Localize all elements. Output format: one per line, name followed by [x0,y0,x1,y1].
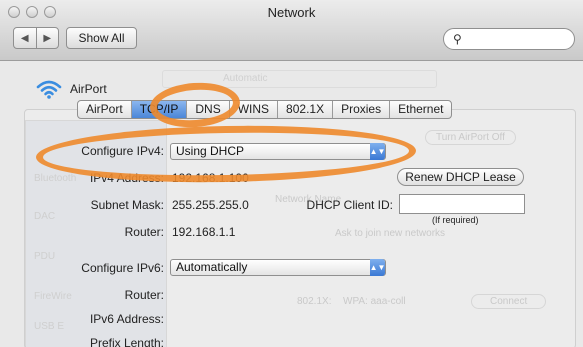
faded-wpa: WPA: aaa-coll [343,296,406,307]
search-field[interactable]: ⚲ [443,28,575,50]
faded-turn-off-button: Turn AirPort Off [425,130,516,145]
location-popup-faded: Automatic [162,70,437,88]
show-all-button[interactable]: Show All [66,27,137,49]
tab-airport[interactable]: AirPort [78,101,131,118]
dhcp-client-id-field[interactable] [399,194,525,214]
configure-ipv6-label: Configure IPv6: [81,261,164,275]
back-arrow-icon[interactable]: ◀ [14,28,36,48]
tab-proxies[interactable]: Proxies [332,101,389,118]
list-item: FireWire [34,291,72,302]
ipv4-address-label: IPv4 Address: [89,171,164,185]
faded-connect-button: Connect [471,294,547,309]
dhcp-client-id-label: DHCP Client ID: [306,198,393,212]
ipv6-address-label: IPv6 Address: [89,312,164,326]
network-preferences-window: Network ◀ ▶ Show All ⚲ Automatic AirPort… [0,0,583,347]
router-ipv6-label: Router: [124,288,164,302]
search-icon: ⚲ [453,32,462,46]
tab-wins[interactable]: WINS [228,101,277,118]
router-label: Router: [124,225,164,239]
tab-dns[interactable]: DNS [186,101,228,118]
configure-ipv6-popup[interactable]: Automatically ▲▼ [170,259,386,276]
configure-ipv4-popup[interactable]: Using DHCP ▲▼ [170,143,386,160]
dhcp-client-id-hint: (If required) [432,215,479,225]
list-item: USB E [34,321,65,332]
subnet-mask-value: 255.255.255.0 [172,198,249,212]
ipv4-address-value: 192.168.1.100 [172,171,249,185]
settings-tabs: AirPort TCP/IP DNS WINS 802.1X Proxies E… [77,100,453,119]
interface-name: AirPort [70,82,107,96]
popup-arrows-icon: ▲▼ [370,143,385,160]
list-item: DAC [34,211,56,222]
router-value: 192.168.1.1 [172,225,236,239]
faded-ask-to-join: Ask to join new networks [335,228,446,239]
back-forward-group: ◀ ▶ [13,27,59,49]
window-title: Network [267,5,316,20]
preferences-content: Automatic AirPort Bluetooth DAC PDU Fire… [0,61,583,347]
configure-ipv4-value: Using DHCP [176,144,245,158]
prefix-length-label: Prefix Length: [89,336,164,347]
title-bar: Network ◀ ▶ Show All ⚲ [0,0,583,61]
subnet-mask-label: Subnet Mask: [90,198,164,212]
tab-tcpip[interactable]: TCP/IP [130,101,187,118]
list-item: PDU [34,251,56,262]
tab-8021x[interactable]: 802.1X [277,101,332,118]
renew-dhcp-lease-button[interactable]: Renew DHCP Lease [397,168,524,186]
configure-ipv4-label: Configure IPv4: [81,144,164,158]
tab-ethernet[interactable]: Ethernet [389,101,451,118]
configure-ipv6-value: Automatically [176,260,248,274]
interface-header: AirPort [36,79,107,99]
wifi-icon [36,80,62,99]
faded-8021x: 802.1X: [297,296,332,307]
forward-arrow-icon[interactable]: ▶ [35,28,59,48]
popup-arrows-icon: ▲▼ [370,259,385,276]
